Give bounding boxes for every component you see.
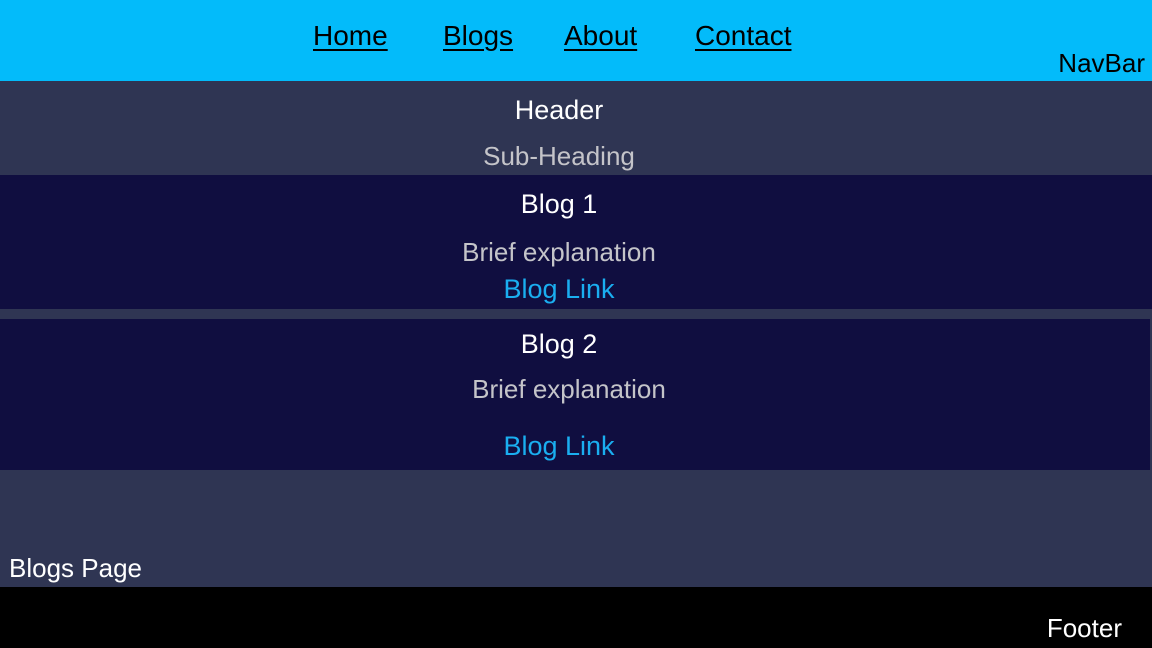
navbar-caption: NavBar bbox=[1058, 48, 1145, 78]
nav-link-home[interactable]: Home bbox=[313, 20, 388, 52]
nav-link-about[interactable]: About bbox=[564, 20, 637, 52]
blog-card: Blog 1 Brief explanation Blog Link bbox=[0, 175, 1152, 309]
blog-link[interactable]: Blog Link bbox=[0, 274, 1118, 305]
blog-description: Brief explanation bbox=[462, 237, 656, 267]
blog-title: Blog 2 bbox=[520, 329, 598, 359]
blog-link[interactable]: Blog Link bbox=[0, 431, 1118, 462]
footer-caption: Footer bbox=[1046, 613, 1122, 643]
nav-link-blogs[interactable]: Blogs bbox=[443, 20, 513, 52]
blog-description: Brief explanation bbox=[472, 374, 666, 404]
nav-link-contact[interactable]: Contact bbox=[695, 20, 792, 52]
blog-card: Blog 2 Brief explanation Blog Link bbox=[0, 319, 1150, 470]
header-subtitle: Sub-Heading bbox=[483, 141, 635, 171]
navbar: Home Blogs About Contact NavBar bbox=[0, 0, 1152, 81]
footer: Footer bbox=[0, 587, 1152, 648]
header-title: Header bbox=[514, 95, 604, 125]
blog-title: Blog 1 bbox=[520, 189, 598, 219]
page-caption: Blogs Page bbox=[9, 553, 142, 583]
